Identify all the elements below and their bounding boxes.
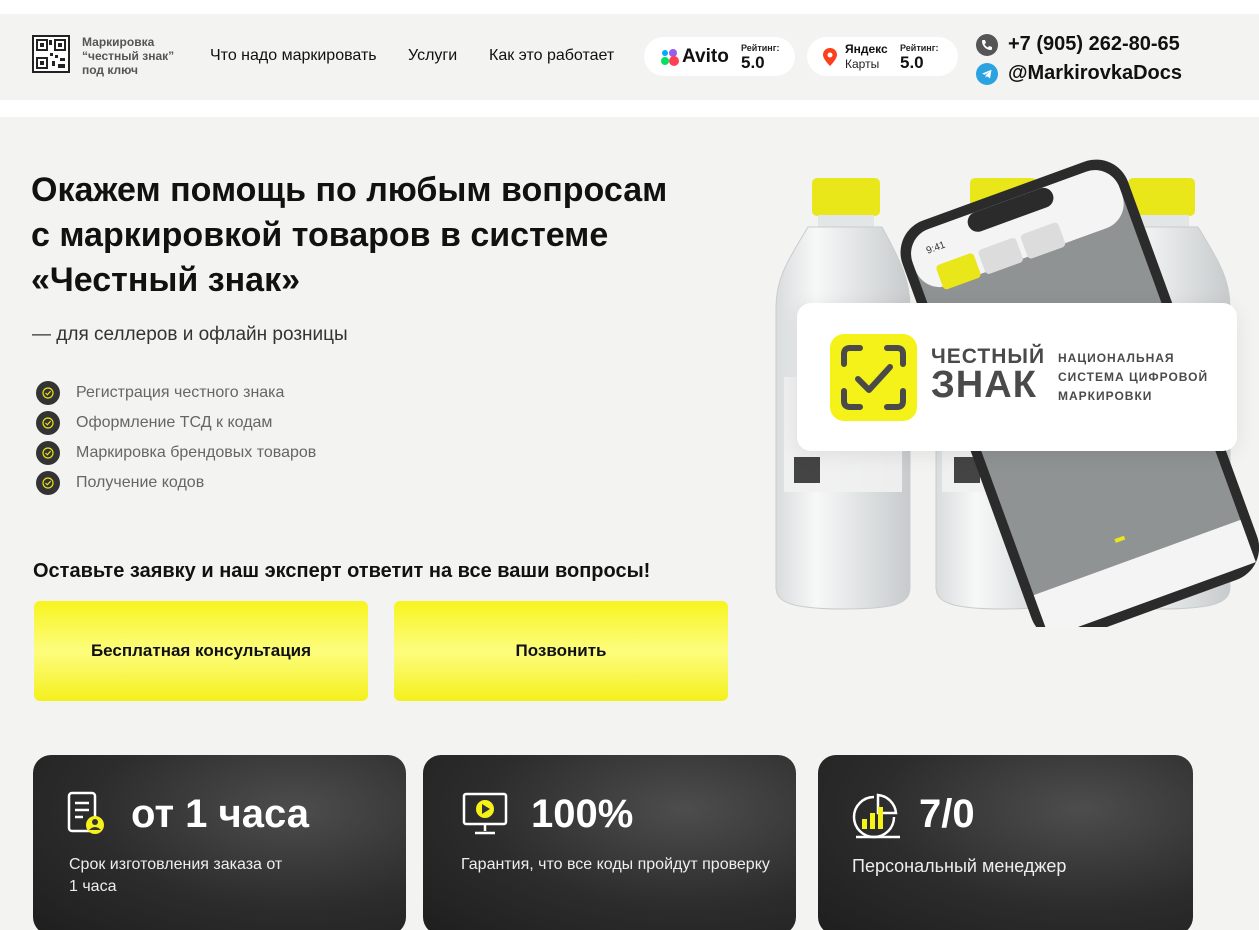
- hero-title-line-2: с маркировкой товаров в системе: [31, 216, 609, 254]
- telegram-handle: @MarkirovkaDocs: [1008, 62, 1183, 84]
- stat-card-turnaround: от 1 часа Срок изготовления заказа от 1 …: [33, 755, 406, 930]
- stat-description-line-1: Персональный менеджер: [852, 856, 1067, 876]
- stat-description: Срок изготовления заказа от 1 часа: [69, 854, 309, 898]
- feature-label: Регистрация честного знака: [76, 384, 285, 401]
- avito-rating-badge[interactable]: Avito Рейтинг: 5.0: [644, 37, 795, 76]
- brand-desc-line-2: СИСТЕМА ЦИФРОВОЙ: [1058, 370, 1209, 384]
- feature-item: Маркировка брендовых товаров: [36, 438, 316, 468]
- brand-description: НАЦИОНАЛЬНАЯ СИСТЕМА ЦИФРОВОЙ МАРКИРОВКИ: [1058, 349, 1208, 406]
- phone-number: +7 (905) 262-80-65: [1008, 33, 1180, 55]
- phone-contact[interactable]: +7 (905) 262-80-65: [976, 33, 1180, 56]
- telegram-contact[interactable]: @MarkirovkaDocs: [976, 62, 1182, 85]
- brand-desc-line-1: НАЦИОНАЛЬНАЯ: [1058, 351, 1175, 365]
- yandex-subname: Карты: [845, 57, 880, 71]
- nav-link-what-to-mark[interactable]: Что надо маркировать: [210, 47, 377, 65]
- call-button[interactable]: Позвонить: [394, 601, 728, 701]
- chestny-znak-logo-card: ЧЕСТНЫЙ ЗНАК НАЦИОНАЛЬНАЯ СИСТЕМА ЦИФРОВ…: [797, 303, 1237, 451]
- avito-rating-value: 5.0: [741, 53, 765, 72]
- stat-value: 7/0: [919, 792, 975, 836]
- feature-item: Регистрация честного знака: [36, 378, 316, 408]
- brand-name: ЧЕСТНЫЙ ЗНАК: [931, 346, 1045, 406]
- site-logo[interactable]: Маркировка “честный знак” под ключ: [32, 35, 192, 77]
- map-pin-icon: [823, 48, 837, 66]
- stat-description: Персональный менеджер: [852, 855, 1066, 877]
- feature-item: Оформление ТСД к кодам: [36, 408, 316, 438]
- qr-code-icon: [32, 35, 70, 73]
- stat-description-line-2: 1 часа: [69, 878, 117, 895]
- hero-subtitle: — для селлеров и офлайн розницы: [32, 324, 348, 345]
- check-icon: [36, 381, 60, 405]
- yandex-rating-badge[interactable]: Яндекс Карты Рейтинг: 5.0: [807, 37, 958, 76]
- stat-card-manager: 7/0 Персональный менеджер: [818, 755, 1193, 930]
- stat-card-guarantee: 100% Гарантия, что все коды пройдут пров…: [423, 755, 796, 930]
- header-separator: [0, 100, 1259, 117]
- free-consultation-button[interactable]: Бесплатная консультация: [34, 601, 368, 701]
- yandex-name: Яндекс: [845, 42, 888, 56]
- brand-name-line-2: ЗНАК: [931, 364, 1037, 406]
- nav-link-how-it-works[interactable]: Как это работает: [489, 47, 614, 65]
- stat-description-line-1: Гарантия, что все коды пройдут проверку: [461, 856, 770, 873]
- document-user-icon: [67, 791, 104, 834]
- avito-logo-icon: [661, 49, 679, 66]
- stat-value: 100%: [531, 792, 634, 836]
- top-strip: [0, 0, 1259, 14]
- avito-name: Avito: [682, 46, 729, 67]
- chart-growth-icon: [852, 793, 900, 839]
- cta-title: Оставьте заявку и наш эксперт ответит на…: [33, 560, 651, 582]
- check-icon: [36, 441, 60, 465]
- feature-label: Получение кодов: [76, 474, 205, 491]
- chestny-znak-mark-icon: [830, 334, 917, 421]
- hero-title-line-3: «Честный знак»: [31, 261, 301, 299]
- monitor-play-icon: [462, 792, 508, 835]
- check-icon: [36, 411, 60, 435]
- avito-rating-label: Рейтинг:: [741, 43, 780, 53]
- feature-list: Регистрация честного знака Оформление ТС…: [36, 378, 316, 498]
- stat-value: от 1 часа: [131, 792, 309, 836]
- stat-description: Гарантия, что все коды пройдут проверку: [461, 854, 770, 876]
- nav-link-services[interactable]: Услуги: [408, 47, 457, 65]
- yandex-rating-value: 5.0: [900, 53, 924, 72]
- hero-title-line-1: Окажем помощь по любым вопросам: [31, 171, 668, 209]
- feature-label: Оформление ТСД к кодам: [76, 414, 273, 431]
- hero-title: Окажем помощь по любым вопросам с маркир…: [31, 168, 731, 303]
- telegram-icon: [976, 62, 998, 85]
- yandex-rating-label: Рейтинг:: [900, 43, 939, 53]
- stat-description-line-1: Срок изготовления заказа от: [69, 856, 283, 873]
- feature-label: Маркировка брендовых товаров: [76, 444, 317, 461]
- feature-item: Получение кодов: [36, 468, 316, 498]
- site-header: Маркировка “честный знак” под ключ Что н…: [0, 14, 1259, 100]
- logo-text: Маркировка “честный знак” под ключ: [82, 35, 175, 77]
- check-icon: [36, 471, 60, 495]
- brand-desc-line-3: МАРКИРОВКИ: [1058, 389, 1153, 403]
- phone-icon: [976, 33, 998, 56]
